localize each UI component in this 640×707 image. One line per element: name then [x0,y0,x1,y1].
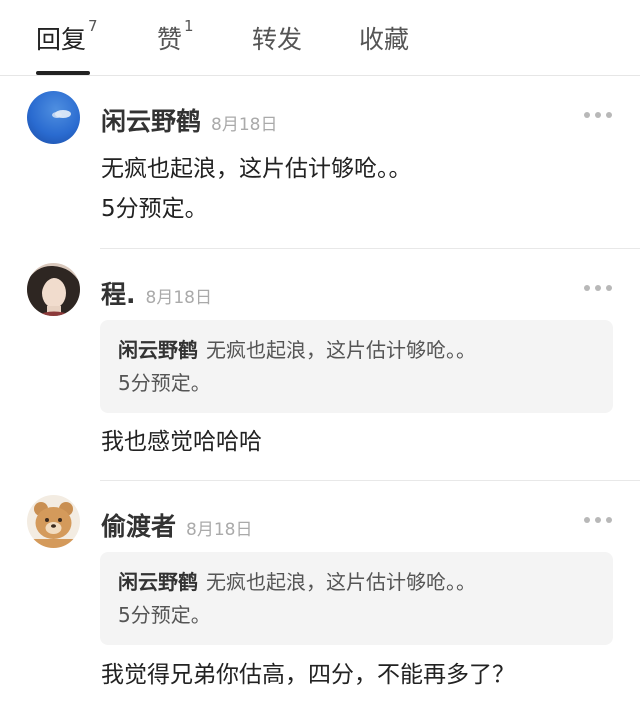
bear-avatar-icon [27,495,80,548]
comment-text-line: 无疯也起浪，这片估计够呛。。 [101,156,412,182]
comment-date: 8月18日 [186,520,253,540]
quote-text: 无疯也起浪，这片估计够呛。。 [206,570,476,594]
comment-author[interactable]: 程. 8月18日 [101,275,212,311]
tab-likes[interactable]: 赞1 [157,17,194,56]
avatar[interactable] [27,263,80,316]
user-photo-avatar-icon [27,263,80,316]
active-tab-indicator [36,71,90,75]
comment-date: 8月18日 [145,288,212,308]
more-options-icon[interactable] [584,110,614,120]
comment-text-line: 我觉得兄弟你估高，四分，不能再多了？ [101,662,515,688]
quoted-comment[interactable]: 闲云野鹤 无疯也起浪，这片估计够呛。。 5分预定。 [100,320,613,413]
tab-likes-label: 赞 [157,25,183,54]
quote-text: 5分预定。 [118,371,211,395]
quote-author[interactable]: 闲云野鹤 [118,570,198,594]
tab-replies-count: 7 [88,17,98,35]
divider [100,480,640,481]
quote-text: 5分预定。 [118,603,211,627]
comment-text-line: 5分预定。 [101,196,208,222]
quote-line: 闲云野鹤 无疯也起浪，这片估计够呛。。 [118,566,595,599]
comment-author[interactable]: 偷渡者 8月18日 [101,507,252,543]
author-name: 偷渡者 [101,512,177,541]
comment-date: 8月18日 [211,115,278,135]
quote-author[interactable]: 闲云野鹤 [118,338,198,362]
tab-favorites-label: 收藏 [359,25,410,54]
tab-likes-count: 1 [184,17,194,35]
author-name: 闲云野鹤 [101,107,202,136]
avatar[interactable] [27,495,80,548]
quoted-comment[interactable]: 闲云野鹤 无疯也起浪，这片估计够呛。。 5分预定。 [100,552,613,645]
quote-line: 闲云野鹤 无疯也起浪，这片估计够呛。。 [118,334,595,367]
comment-text-line: 我也感觉哈哈哈 [101,429,262,455]
avatar[interactable] [27,91,80,144]
comment-text: 我也感觉哈哈哈 [101,422,262,462]
comment-text: 无疯也起浪，这片估计够呛。。 5分预定。 [101,149,412,229]
comment-text: 我觉得兄弟你估高，四分，不能再多了？ [101,655,515,695]
comment-item: 偷渡者 8月18日 闲云野鹤 无疯也起浪，这片估计够呛。。 5分预定。 我觉得兄弟你… [0,494,640,707]
comment-item: 闲云野鹤 8月18日 无疯也起浪，这片估计够呛。。 5分预定。 [0,88,640,248]
tab-replies-label: 回复 [36,25,87,54]
author-name: 程. [101,280,136,309]
divider [100,248,640,249]
tab-bar: 回复 7 赞1 转发 收藏 [0,0,640,76]
more-options-icon[interactable] [584,515,614,525]
sky-avatar-icon [27,91,80,144]
tab-favorites[interactable]: 收藏 [359,20,409,56]
quote-text: 无疯也起浪，这片估计够呛。。 [206,338,476,362]
tab-reposts-label: 转发 [252,25,303,54]
tab-reposts[interactable]: 转发 [252,20,302,56]
comment-item: 程. 8月18日 闲云野鹤 无疯也起浪，这片估计够呛。。 5分预定。 我也感觉哈哈哈 [0,262,640,480]
comment-author[interactable]: 闲云野鹤 8月18日 [101,102,277,138]
tab-replies[interactable]: 回复 7 [36,17,98,56]
more-options-icon[interactable] [584,283,614,293]
